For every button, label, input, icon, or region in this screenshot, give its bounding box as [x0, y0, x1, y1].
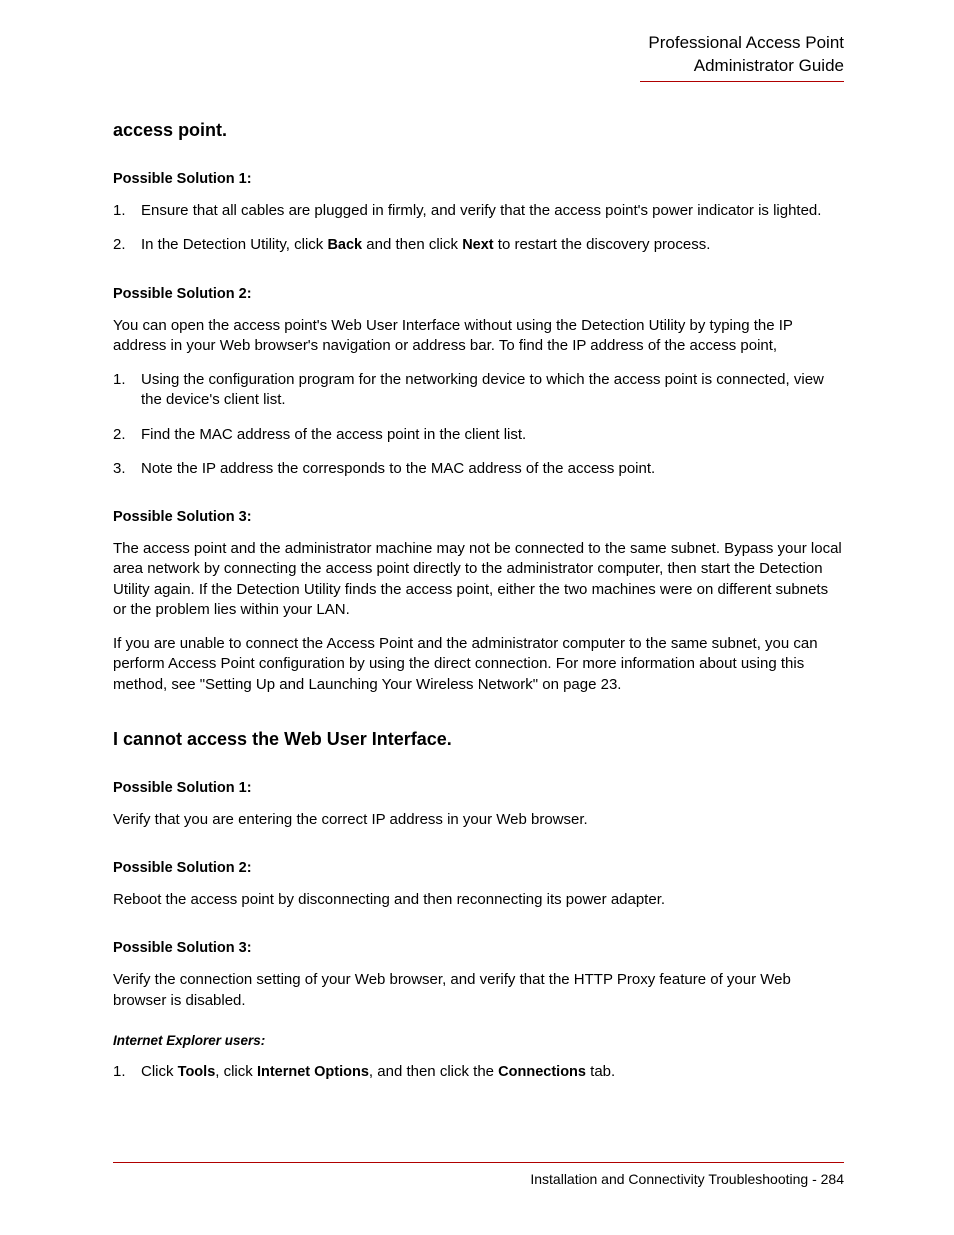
- list-number: 1.: [113, 1062, 141, 1083]
- solution-3-p1: The access point and the administrator m…: [113, 539, 844, 620]
- solution-3-p2: If you are unable to connect the Access …: [113, 634, 844, 695]
- solution-2-heading: Possible Solution 2:: [113, 286, 844, 302]
- header-line-2: Administrator Guide: [113, 55, 844, 78]
- list-text: Note the IP address the corresponds to t…: [141, 459, 844, 479]
- list-number: 2.: [113, 425, 141, 445]
- list-number: 3.: [113, 459, 141, 479]
- page-footer: Installation and Connectivity Troublesho…: [113, 1162, 844, 1187]
- web-solution-1-heading: Possible Solution 1:: [113, 780, 844, 796]
- list-item: 1. Click Tools, click Internet Options, …: [113, 1062, 844, 1083]
- section-title-web-ui: I cannot access the Web User Interface.: [113, 729, 844, 750]
- list-text: Using the configuration program for the …: [141, 370, 844, 411]
- footer-rule: [113, 1162, 844, 1163]
- web-solution-1-p: Verify that you are entering the correct…: [113, 810, 844, 830]
- web-solution-3-heading: Possible Solution 3:: [113, 940, 844, 956]
- list-text: Click Tools, click Internet Options, and…: [141, 1062, 844, 1083]
- document-page: Professional Access Point Administrator …: [0, 0, 954, 1235]
- list-text: In the Detection Utility, click Back and…: [141, 235, 844, 256]
- ie-steps-list: 1. Click Tools, click Internet Options, …: [113, 1062, 844, 1083]
- solution-1-list: 1. Ensure that all cables are plugged in…: [113, 201, 844, 256]
- header-rule: [640, 81, 844, 82]
- list-item: 2. In the Detection Utility, click Back …: [113, 235, 844, 256]
- solution-1-heading: Possible Solution 1:: [113, 171, 844, 187]
- list-number: 1.: [113, 370, 141, 411]
- list-text: Find the MAC address of the access point…: [141, 425, 844, 445]
- web-solution-2-heading: Possible Solution 2:: [113, 860, 844, 876]
- list-item: 2. Find the MAC address of the access po…: [113, 425, 844, 445]
- solution-2-intro: You can open the access point's Web User…: [113, 316, 844, 357]
- list-item: 3. Note the IP address the corresponds t…: [113, 459, 844, 479]
- list-number: 2.: [113, 235, 141, 256]
- web-solution-3-p: Verify the connection setting of your We…: [113, 970, 844, 1011]
- solution-3-heading: Possible Solution 3:: [113, 509, 844, 525]
- section-title-access-point: access point.: [113, 120, 844, 141]
- solution-2-list: 1. Using the configuration program for t…: [113, 370, 844, 479]
- ie-users-subhead: Internet Explorer users:: [113, 1033, 844, 1048]
- web-solution-2-p: Reboot the access point by disconnecting…: [113, 890, 844, 910]
- header-line-1: Professional Access Point: [113, 32, 844, 55]
- page-header: Professional Access Point Administrator …: [113, 32, 844, 82]
- list-number: 1.: [113, 201, 141, 221]
- footer-text: Installation and Connectivity Troublesho…: [113, 1171, 844, 1187]
- list-text: Ensure that all cables are plugged in fi…: [141, 201, 844, 221]
- list-item: 1. Ensure that all cables are plugged in…: [113, 201, 844, 221]
- list-item: 1. Using the configuration program for t…: [113, 370, 844, 411]
